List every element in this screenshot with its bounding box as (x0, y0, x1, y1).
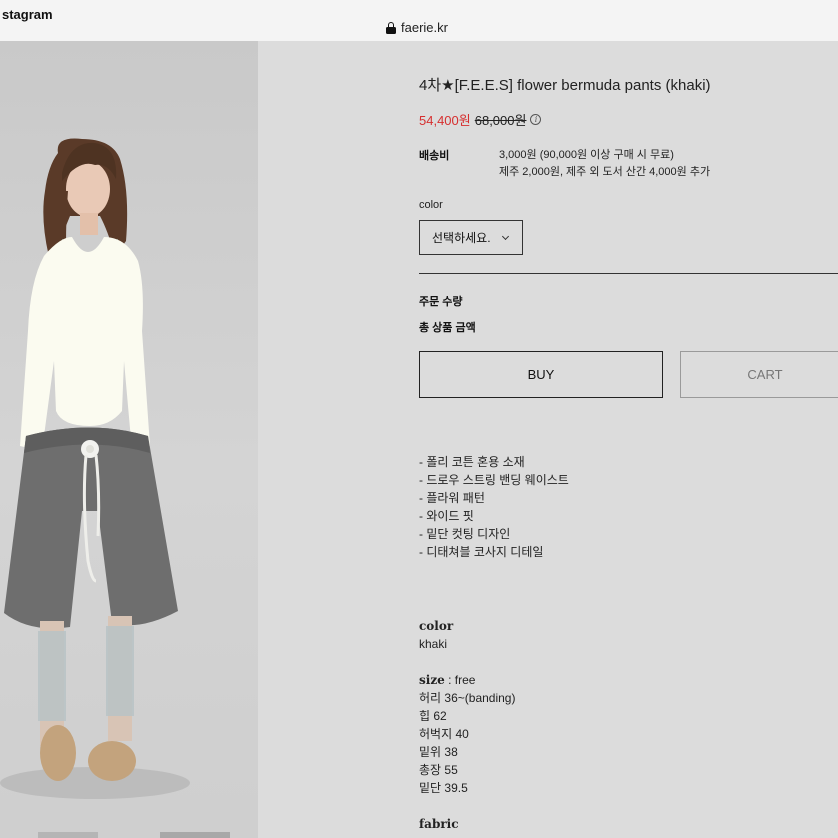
spec-fabric-heading: fabric (419, 817, 459, 831)
product-photo (0, 41, 258, 815)
address-bar[interactable]: faerie.kr (386, 20, 448, 35)
lock-icon (386, 21, 396, 34)
browser-topbar: stagram faerie.kr (0, 0, 838, 41)
measurement-item: 밑위 38 (419, 745, 458, 759)
price-row: 54,400원 68,000원 i (419, 110, 542, 129)
total-price-label: 총 상품 금액 (419, 322, 476, 334)
color-select[interactable]: 선택하세요. (419, 220, 523, 255)
original-price: 68,000원 (474, 113, 527, 128)
url-text: faerie.kr (401, 20, 448, 35)
chevron-down-icon (501, 232, 510, 241)
feature-item: - 와이드 핏 (419, 509, 474, 523)
spec-color-value: khaki (419, 637, 448, 651)
feature-list: - 폴리 코튼 혼용 소재 - 드로우 스트링 밴딩 웨이스트 - 플라워 패턴… (419, 453, 569, 561)
shipping-line: 제주 2,000원, 제주 외 도서 산간 4,000원 추가 (499, 166, 711, 178)
instagram-link-text[interactable]: stagram (2, 7, 53, 22)
feature-item: - 폴리 코튼 혼용 소재 (419, 455, 525, 469)
measurement-item: 힙 62 (419, 709, 447, 723)
thumbnail-strip (0, 815, 258, 838)
color-select-value: 선택하세요. (432, 231, 491, 245)
thumbnail-2[interactable] (160, 832, 230, 838)
shipping-line: 3,000원 (90,000원 이상 구매 시 무료) (499, 149, 674, 161)
spec-size-row: size : free (419, 671, 515, 689)
thumbnail-1[interactable] (38, 832, 98, 838)
product-detail-panel: 4차★[F.E.E.S] flower bermuda pants (khaki… (258, 41, 838, 838)
product-title: 4차★[F.E.E.S] flower bermuda pants (khaki… (419, 77, 711, 94)
measurement-item: 밑단 39.5 (419, 781, 468, 795)
spec-size-value: : free (444, 673, 476, 687)
divider (419, 273, 838, 274)
measurement-item: 허리 36~(banding) (419, 691, 516, 705)
spec-color-heading: color (419, 619, 454, 633)
model-figure (0, 138, 190, 799)
color-option-label: color (419, 199, 443, 211)
feature-item: - 드로우 스트링 밴딩 웨이스트 (419, 473, 569, 487)
shipping-label: 배송비 (419, 150, 450, 162)
spec-size-heading: size (419, 673, 445, 687)
feature-item: - 플라워 패턴 (419, 491, 485, 505)
cart-button[interactable]: CART (680, 351, 838, 398)
feature-item: - 디태쳐블 코사지 디테일 (419, 545, 544, 559)
measurement-item: 허벅지 40 (419, 727, 469, 741)
sale-price: 54,400원 (419, 113, 471, 128)
spec-section: color khaki size : free 허리 36~(banding) … (419, 617, 515, 833)
buy-button[interactable]: BUY (419, 351, 663, 398)
shipping-info: 3,000원 (90,000원 이상 구매 시 무료) 제주 2,000원, 제… (499, 147, 710, 181)
order-quantity-label: 주문 수량 (419, 296, 463, 308)
feature-item: - 밑단 컷팅 디자인 (419, 527, 511, 541)
info-icon[interactable]: i (530, 114, 542, 125)
measurement-item: 총장 55 (419, 763, 458, 777)
